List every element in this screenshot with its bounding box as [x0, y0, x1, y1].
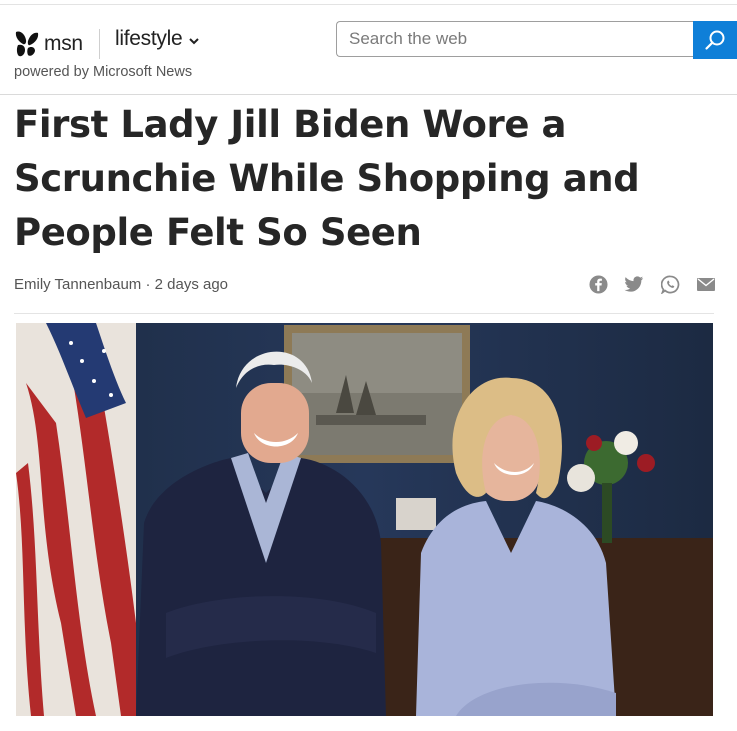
- share-whatsapp-button[interactable]: [660, 274, 680, 294]
- search-button[interactable]: [693, 21, 737, 59]
- share-twitter-button[interactable]: [624, 274, 644, 294]
- twitter-icon: [624, 275, 644, 292]
- butterfly-logo-icon: [15, 31, 39, 57]
- brand-name: msn: [44, 32, 83, 55]
- article-hero-image[interactable]: [16, 323, 713, 716]
- section-label: lifestyle: [115, 27, 183, 50]
- chevron-down-icon: [189, 38, 200, 45]
- search-input[interactable]: [336, 21, 693, 57]
- search-icon: [705, 30, 725, 50]
- header-separator: [99, 29, 100, 59]
- article-byline: Emily Tannenbaum · 2 days ago: [14, 276, 229, 293]
- wall-painting: [284, 325, 470, 463]
- facebook-icon: [588, 274, 608, 294]
- section-menu[interactable]: lifestyle: [115, 27, 200, 51]
- byline-divider: [14, 313, 714, 314]
- email-icon: [697, 277, 715, 291]
- site-header: msn lifestyle powered by Microsoft News: [0, 5, 737, 94]
- powered-by-text: powered by Microsoft News: [14, 64, 193, 80]
- share-email-button[interactable]: [696, 274, 716, 294]
- whatsapp-icon: [660, 275, 679, 294]
- hero-photo: [16, 323, 713, 716]
- article-title: First Lady Jill Biden Wore a Scrunchie W…: [14, 103, 640, 254]
- search-box: [336, 21, 737, 59]
- photo-frame: [396, 498, 436, 530]
- share-facebook-button[interactable]: [588, 274, 608, 294]
- american-flag: [16, 323, 136, 716]
- share-bar: [588, 274, 716, 294]
- msn-logo[interactable]: msn: [14, 29, 83, 59]
- header-divider: [0, 94, 737, 95]
